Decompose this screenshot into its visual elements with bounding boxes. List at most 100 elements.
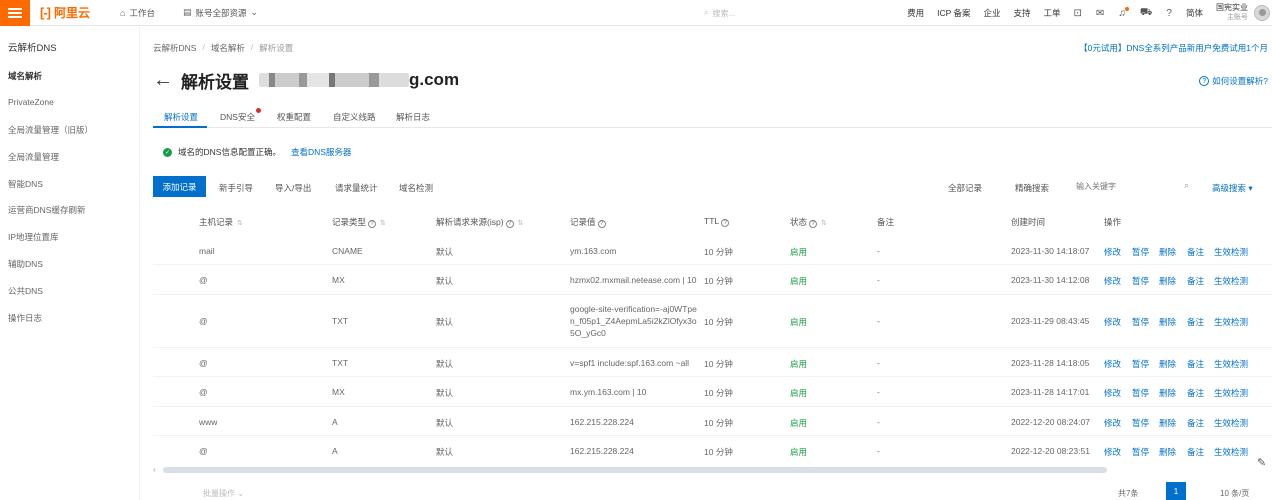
- nav-icp[interactable]: ICP 备案: [937, 7, 970, 19]
- breadcrumb-item-domains[interactable]: 域名解析: [211, 42, 245, 54]
- edit-action[interactable]: 修改: [1104, 316, 1121, 328]
- sidebar-item-operation-log[interactable]: 操作日志: [8, 312, 42, 324]
- message-icon[interactable]: ✉: [1096, 8, 1104, 19]
- status-badge: 启用: [790, 276, 808, 286]
- account-info[interactable]: 国宪实业 主账号: [1216, 3, 1248, 23]
- import-export-button[interactable]: 导入/导出: [275, 182, 311, 194]
- delete-action[interactable]: 删除: [1159, 387, 1176, 399]
- cart-icon[interactable]: ⛟: [1140, 7, 1153, 20]
- account-resources-dropdown[interactable]: ▤ 账号全部资源 ⌄: [183, 7, 258, 19]
- request-stats-button[interactable]: 请求量统计: [335, 182, 378, 194]
- delete-action[interactable]: 删除: [1159, 446, 1176, 458]
- col-host[interactable]: 主机记录 ⇅: [199, 216, 243, 228]
- col-isp[interactable]: 解析请求来源(isp)? ⇅: [436, 216, 523, 228]
- edit-action[interactable]: 修改: [1104, 358, 1121, 370]
- page-size-select[interactable]: 10 条/页: [1220, 488, 1249, 499]
- pause-action[interactable]: 暂停: [1132, 446, 1149, 458]
- edit-action[interactable]: 修改: [1104, 417, 1121, 429]
- remark-action[interactable]: 备注: [1187, 358, 1204, 370]
- nav-ticket[interactable]: 工单: [1044, 7, 1061, 19]
- tab-resolution-log[interactable]: 解析日志: [396, 111, 430, 123]
- domain-check-button[interactable]: 域名检测: [399, 182, 433, 194]
- tab-resolution-settings[interactable]: 解析设置: [164, 111, 198, 123]
- edit-action[interactable]: 修改: [1104, 246, 1121, 258]
- delete-action[interactable]: 删除: [1159, 417, 1176, 429]
- col-type[interactable]: 记录类型? ⇅: [332, 216, 386, 228]
- beginner-guide-button[interactable]: 新手引导: [219, 182, 253, 194]
- breadcrumb-item-dns[interactable]: 云解析DNS: [153, 42, 196, 54]
- delete-action[interactable]: 删除: [1159, 275, 1176, 287]
- delete-action[interactable]: 删除: [1159, 316, 1176, 328]
- verify-action[interactable]: 生效检测: [1214, 316, 1248, 328]
- scroll-left-arrow-icon[interactable]: ‹: [153, 465, 156, 474]
- sidebar-item-secondary-dns[interactable]: 辅助DNS: [8, 258, 43, 270]
- notification-bell-icon[interactable]: ♫: [1118, 6, 1129, 19]
- sort-icon[interactable]: ⇅: [518, 220, 524, 227]
- sort-icon[interactable]: ⇅: [237, 220, 243, 227]
- aliyun-logo[interactable]: [-] 阿里云: [40, 4, 110, 21]
- sidebar-item-public-dns[interactable]: 公共DNS: [8, 285, 43, 297]
- sidebar-item-domain-resolution[interactable]: 域名解析: [8, 70, 42, 82]
- verify-action[interactable]: 生效检测: [1214, 446, 1248, 458]
- verify-action[interactable]: 生效检测: [1214, 275, 1248, 287]
- edit-action[interactable]: 修改: [1104, 446, 1121, 458]
- workbench-link[interactable]: ⌂ 工作台: [120, 7, 155, 19]
- help-link[interactable]: ? 如何设置解析?: [1199, 75, 1268, 87]
- precise-search-select[interactable]: 精确搜索: [1015, 182, 1049, 194]
- col-status[interactable]: 状态? ⇅: [790, 216, 827, 228]
- search-icon[interactable]: ⌕: [1184, 180, 1189, 191]
- pause-action[interactable]: 暂停: [1132, 246, 1149, 258]
- promo-link[interactable]: 【0元试用】DNS全系列产品新用户免费试用1个月: [1079, 42, 1268, 54]
- back-arrow-icon[interactable]: ←: [153, 69, 177, 92]
- feedback-edit-icon[interactable]: ✎: [1257, 456, 1266, 469]
- help-icon[interactable]: ?: [1166, 8, 1172, 19]
- remark-action[interactable]: 备注: [1187, 446, 1204, 458]
- advanced-search-toggle[interactable]: 高级搜索 ▾: [1212, 182, 1253, 194]
- remark-action[interactable]: 备注: [1187, 417, 1204, 429]
- all-records-select[interactable]: 全部记录: [948, 182, 982, 194]
- pause-action[interactable]: 暂停: [1132, 316, 1149, 328]
- tab-weight-config[interactable]: 权重配置: [277, 111, 311, 123]
- pause-action[interactable]: 暂停: [1132, 275, 1149, 287]
- edit-action[interactable]: 修改: [1104, 275, 1121, 287]
- view-dns-servers-link[interactable]: 查看DNS服务器: [291, 146, 351, 158]
- table-horizontal-scrollbar[interactable]: ‹: [153, 465, 1257, 474]
- page-button-current[interactable]: 1: [1166, 482, 1186, 500]
- tab-dns-security[interactable]: DNS安全: [220, 108, 261, 123]
- sort-icon[interactable]: ⇅: [821, 220, 827, 227]
- nav-support[interactable]: 支持: [1014, 7, 1031, 19]
- verify-action[interactable]: 生效检测: [1214, 417, 1248, 429]
- nav-enterprise[interactable]: 企业: [984, 7, 1001, 19]
- sidebar-item-ip-geo[interactable]: IP地理位置库: [8, 231, 59, 243]
- sidebar-item-gtm[interactable]: 全局流量管理: [8, 151, 59, 163]
- batch-operation-select[interactable]: 批量操作 ⌄: [203, 488, 244, 499]
- remark-action[interactable]: 备注: [1187, 387, 1204, 399]
- sidebar-item-privatezone[interactable]: PrivateZone: [8, 97, 54, 107]
- sidebar-item-gtm-legacy[interactable]: 全局流量管理（旧版）: [8, 124, 93, 136]
- add-record-button[interactable]: 添加记录: [153, 176, 206, 197]
- language-switch[interactable]: 简体: [1186, 7, 1203, 19]
- pause-action[interactable]: 暂停: [1132, 417, 1149, 429]
- delete-action[interactable]: 删除: [1159, 246, 1176, 258]
- edit-action[interactable]: 修改: [1104, 387, 1121, 399]
- remark-action[interactable]: 备注: [1187, 275, 1204, 287]
- remark-action[interactable]: 备注: [1187, 316, 1204, 328]
- pause-action[interactable]: 暂停: [1132, 387, 1149, 399]
- pause-action[interactable]: 暂停: [1132, 358, 1149, 370]
- avatar[interactable]: [1254, 5, 1270, 21]
- tab-custom-line[interactable]: 自定义线路: [333, 111, 376, 123]
- scrollbar-thumb[interactable]: [163, 467, 1107, 473]
- verify-action[interactable]: 生效检测: [1214, 358, 1248, 370]
- delete-action[interactable]: 删除: [1159, 358, 1176, 370]
- verify-action[interactable]: 生效检测: [1214, 387, 1248, 399]
- record-search-input[interactable]: [1076, 177, 1196, 195]
- sidebar-item-smart-dns[interactable]: 智能DNS: [8, 178, 43, 190]
- sidebar-item-isp-cache-refresh[interactable]: 运营商DNS缓存刷新: [8, 204, 85, 216]
- sort-icon[interactable]: ⇅: [380, 220, 386, 227]
- global-search[interactable]: ⌕ 搜索...: [704, 6, 824, 20]
- nav-billing[interactable]: 费用: [907, 7, 924, 19]
- cloud-shell-icon[interactable]: ⊡: [1074, 8, 1082, 19]
- verify-action[interactable]: 生效检测: [1214, 246, 1248, 258]
- remark-action[interactable]: 备注: [1187, 246, 1204, 258]
- hamburger-menu-icon[interactable]: [0, 0, 30, 26]
